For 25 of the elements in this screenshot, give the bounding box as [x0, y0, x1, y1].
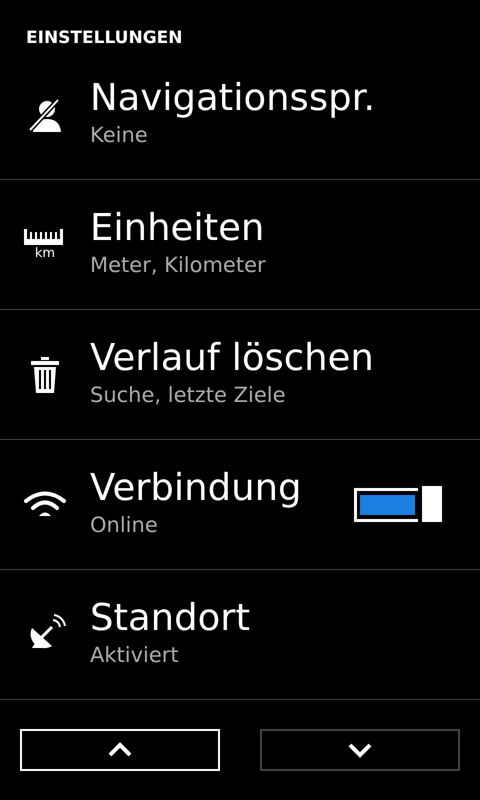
setting-value: Aktiviert: [90, 642, 180, 668]
setting-title: Einheiten: [90, 204, 266, 250]
scroll-up-button[interactable]: [20, 729, 220, 771]
ruler-icon: [24, 228, 66, 244]
setting-title: Navigationsspr.: [90, 74, 376, 120]
setting-value: Meter, Kilometer: [90, 252, 267, 278]
trash-icon: [30, 356, 60, 392]
chevron-down-icon: [347, 742, 373, 758]
setting-title: Verbindung: [90, 464, 303, 510]
setting-title: Standort: [90, 594, 251, 640]
setting-value: Keine: [90, 122, 149, 148]
setting-title: Verlauf löschen: [90, 334, 375, 380]
page-header: EINSTELLUNGEN: [25, 27, 184, 50]
chevron-up-icon: [107, 742, 133, 758]
toggle-thumb[interactable]: [422, 486, 442, 522]
settings-item[interactable]: Verlauf löschen Suche, letzte Ziele: [0, 310, 480, 440]
setting-value: Online: [90, 512, 159, 538]
unit-label: km: [34, 246, 56, 260]
settings-item[interactable]: Verbindung Online: [0, 440, 480, 570]
settings-item[interactable]: Standort Aktiviert: [0, 570, 480, 700]
muted-person-icon: [28, 98, 62, 132]
setting-value: Suche, letzte Ziele: [90, 382, 287, 408]
settings-item[interactable]: km Einheiten Meter, Kilometer: [0, 180, 480, 310]
toggle-switch[interactable]: [354, 486, 444, 524]
settings-item[interactable]: Navigationsspr. Keine: [0, 50, 480, 180]
